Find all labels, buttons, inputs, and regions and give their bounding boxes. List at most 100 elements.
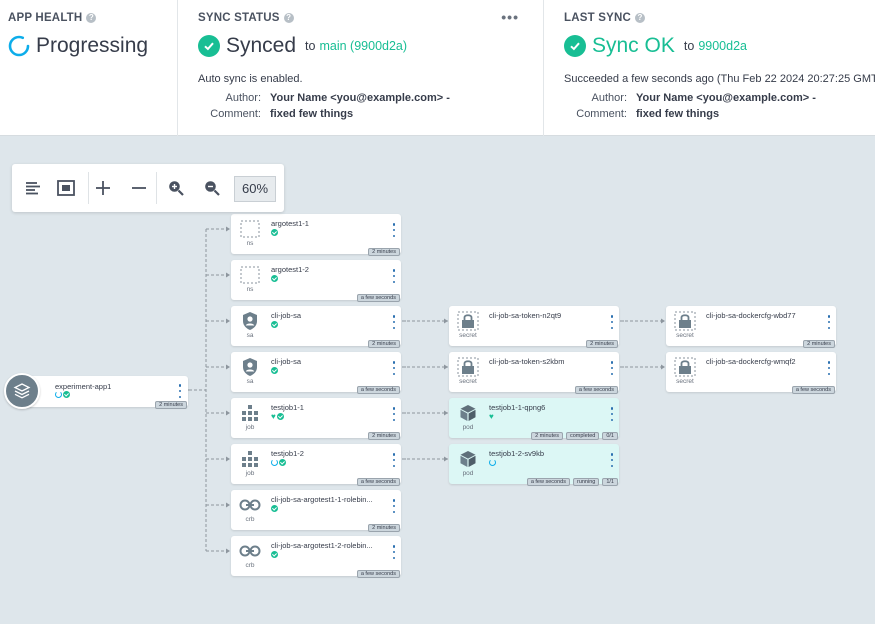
heart-icon: ♥: [489, 412, 494, 421]
comment-label: Comment:: [576, 108, 627, 120]
resource-node-secret[interactable]: secret cli-job-sa-dockercfg-wmqf2 a few se…: [666, 352, 836, 394]
resource-node-secret[interactable]: secret cli-job-sa-token-s2kbm a few second…: [449, 352, 619, 394]
check-circle-icon: [279, 459, 286, 466]
resource-name: cli-job-sa-token-s2kbm: [489, 357, 565, 366]
last-sync-panel: LAST SYNC ? Sync OK to 9900d2a Succeeded…: [544, 0, 875, 136]
resource-node-crb[interactable]: crb cli-job-sa-argotest1-1-rolebin... 2 mi…: [231, 490, 401, 532]
resource-name: testjob1-2-sv9kb: [489, 449, 545, 458]
resource-tag: 2 minutes: [368, 340, 400, 348]
application-node[interactable]: experiment-app1 2 minutes: [4, 373, 188, 409]
last-sync-status-text: Sync OK: [592, 34, 675, 57]
fit-to-screen-icon[interactable]: [54, 176, 78, 200]
resource-node-pod[interactable]: pod testjob1-1-qpng6 ♥ 2 minutes completed 0/…: [449, 398, 619, 440]
resource-name: testjob1-1-qpng6: [489, 403, 546, 412]
age-tag: 2 minutes: [155, 401, 187, 409]
resource-status: [271, 367, 278, 374]
resource-tags: a few seconds: [791, 386, 835, 394]
resource-kind: job: [245, 424, 255, 431]
resource-node-sa[interactable]: sa cli-job-sa a few seconds: [231, 352, 401, 394]
align-left-icon[interactable]: [21, 176, 45, 200]
node-menu-icon[interactable]: [177, 384, 183, 398]
check-circle-icon: [198, 35, 220, 57]
node-menu-icon[interactable]: [391, 269, 397, 283]
resource-name: testjob1-1: [271, 403, 304, 412]
resource-node-secret[interactable]: secret cli-job-sa-token-n2qt9 2 minutes: [449, 306, 619, 348]
last-sync-heading: LAST SYNC ?: [564, 12, 645, 24]
node-menu-icon[interactable]: [609, 361, 615, 375]
node-menu-icon[interactable]: [391, 453, 397, 467]
last-sync-revision-link[interactable]: 9900d2a: [698, 39, 747, 53]
comment-value: fixed few things: [270, 108, 354, 120]
resource-tag: 2 minutes: [586, 340, 618, 348]
resource-node-ns[interactable]: ns argotest1-1 2 minutes: [231, 214, 401, 256]
job-icon: [238, 402, 262, 424]
edge-arrow: [226, 456, 230, 462]
node-menu-icon[interactable]: [609, 453, 615, 467]
edge-arrow: [444, 318, 448, 324]
node-menu-icon[interactable]: [609, 407, 615, 421]
resource-tag: a few seconds: [356, 478, 400, 486]
sync-to-label: to: [305, 39, 316, 53]
node-menu-icon[interactable]: [391, 407, 397, 421]
resource-tag: completed: [565, 432, 600, 440]
resource-node-crb[interactable]: crb cli-job-sa-argotest1-2-rolebin... a fe…: [231, 536, 401, 578]
resource-tag: 2 minutes: [368, 248, 400, 256]
node-menu-icon[interactable]: [826, 361, 832, 375]
application-card[interactable]: experiment-app1 2 minutes: [22, 376, 188, 409]
resource-tag: a few seconds: [526, 478, 570, 486]
check-circle-icon: [63, 391, 70, 398]
node-menu-icon[interactable]: [391, 361, 397, 375]
check-circle-icon: [271, 229, 278, 236]
resource-kind: sa: [246, 378, 254, 385]
resource-name: cli-job-sa-dockercfg-wmqf2: [706, 357, 796, 366]
resource-kind: crb: [245, 562, 255, 569]
sync-revision-link[interactable]: main (9900d2a): [319, 39, 407, 53]
progressing-icon: [8, 35, 30, 57]
resource-kind: secret: [459, 378, 477, 385]
app-health-status: Progressing: [8, 34, 148, 58]
node-menu-icon[interactable]: [391, 315, 397, 329]
more-options-icon[interactable]: •••: [501, 9, 519, 25]
collapse-minus-icon[interactable]: [127, 176, 151, 200]
resource-tag: a few seconds: [356, 570, 400, 578]
application-tags: 2 minutes: [155, 401, 187, 409]
resource-node-pod[interactable]: pod testjob1-2-sv9kb a few seconds running 1…: [449, 444, 619, 486]
expand-plus-icon[interactable]: [91, 176, 115, 200]
progressing-icon: [489, 459, 496, 466]
help-icon[interactable]: ?: [283, 13, 294, 23]
node-menu-icon[interactable]: [609, 315, 615, 329]
help-icon[interactable]: ?: [86, 13, 97, 23]
last-sync-to-label: to: [683, 39, 695, 53]
resource-tags: 2 minutes: [803, 340, 835, 348]
resource-name: cli-job-sa-token-n2qt9: [489, 311, 562, 320]
resource-node-job[interactable]: job testjob1-2 a few seconds: [231, 444, 401, 486]
resource-status: [271, 229, 278, 236]
application-status: [55, 391, 70, 398]
resource-node-ns[interactable]: ns argotest1-2 a few seconds: [231, 260, 401, 302]
check-circle-icon: [271, 505, 278, 512]
help-icon[interactable]: ?: [634, 13, 645, 23]
node-menu-icon[interactable]: [391, 499, 397, 513]
sync-status-heading: SYNC STATUS ?: [198, 12, 294, 24]
resource-tag: 2 minutes: [531, 432, 563, 440]
sync-status-heading-text: SYNC STATUS: [198, 12, 280, 24]
check-circle-icon: [271, 275, 278, 282]
resource-node-job[interactable]: job testjob1-1 ♥ 2 minutes: [231, 398, 401, 440]
job-icon: [238, 448, 262, 470]
resource-kind: ns: [246, 286, 254, 293]
namespace-icon: [238, 218, 262, 240]
resource-name: argotest1-2: [271, 265, 309, 274]
sync-status-panel: SYNC STATUS ? ••• Synced to main (9900d2…: [178, 0, 544, 136]
resource-tag: a few seconds: [574, 386, 618, 394]
resource-node-secret[interactable]: secret cli-job-sa-dockercfg-wbd77 2 minute…: [666, 306, 836, 348]
sync-author-row: Author: Your Name <you@example.com> -: [198, 92, 450, 104]
node-menu-icon[interactable]: [391, 223, 397, 237]
edge-arrow: [444, 364, 448, 370]
node-menu-icon[interactable]: [391, 545, 397, 559]
zoom-out-icon[interactable]: [200, 176, 224, 200]
zoom-in-icon[interactable]: [164, 176, 188, 200]
resource-node-sa[interactable]: sa cli-job-sa 2 minutes: [231, 306, 401, 348]
secret-icon: [673, 310, 697, 332]
node-menu-icon[interactable]: [826, 315, 832, 329]
resource-kind: crb: [245, 516, 255, 523]
